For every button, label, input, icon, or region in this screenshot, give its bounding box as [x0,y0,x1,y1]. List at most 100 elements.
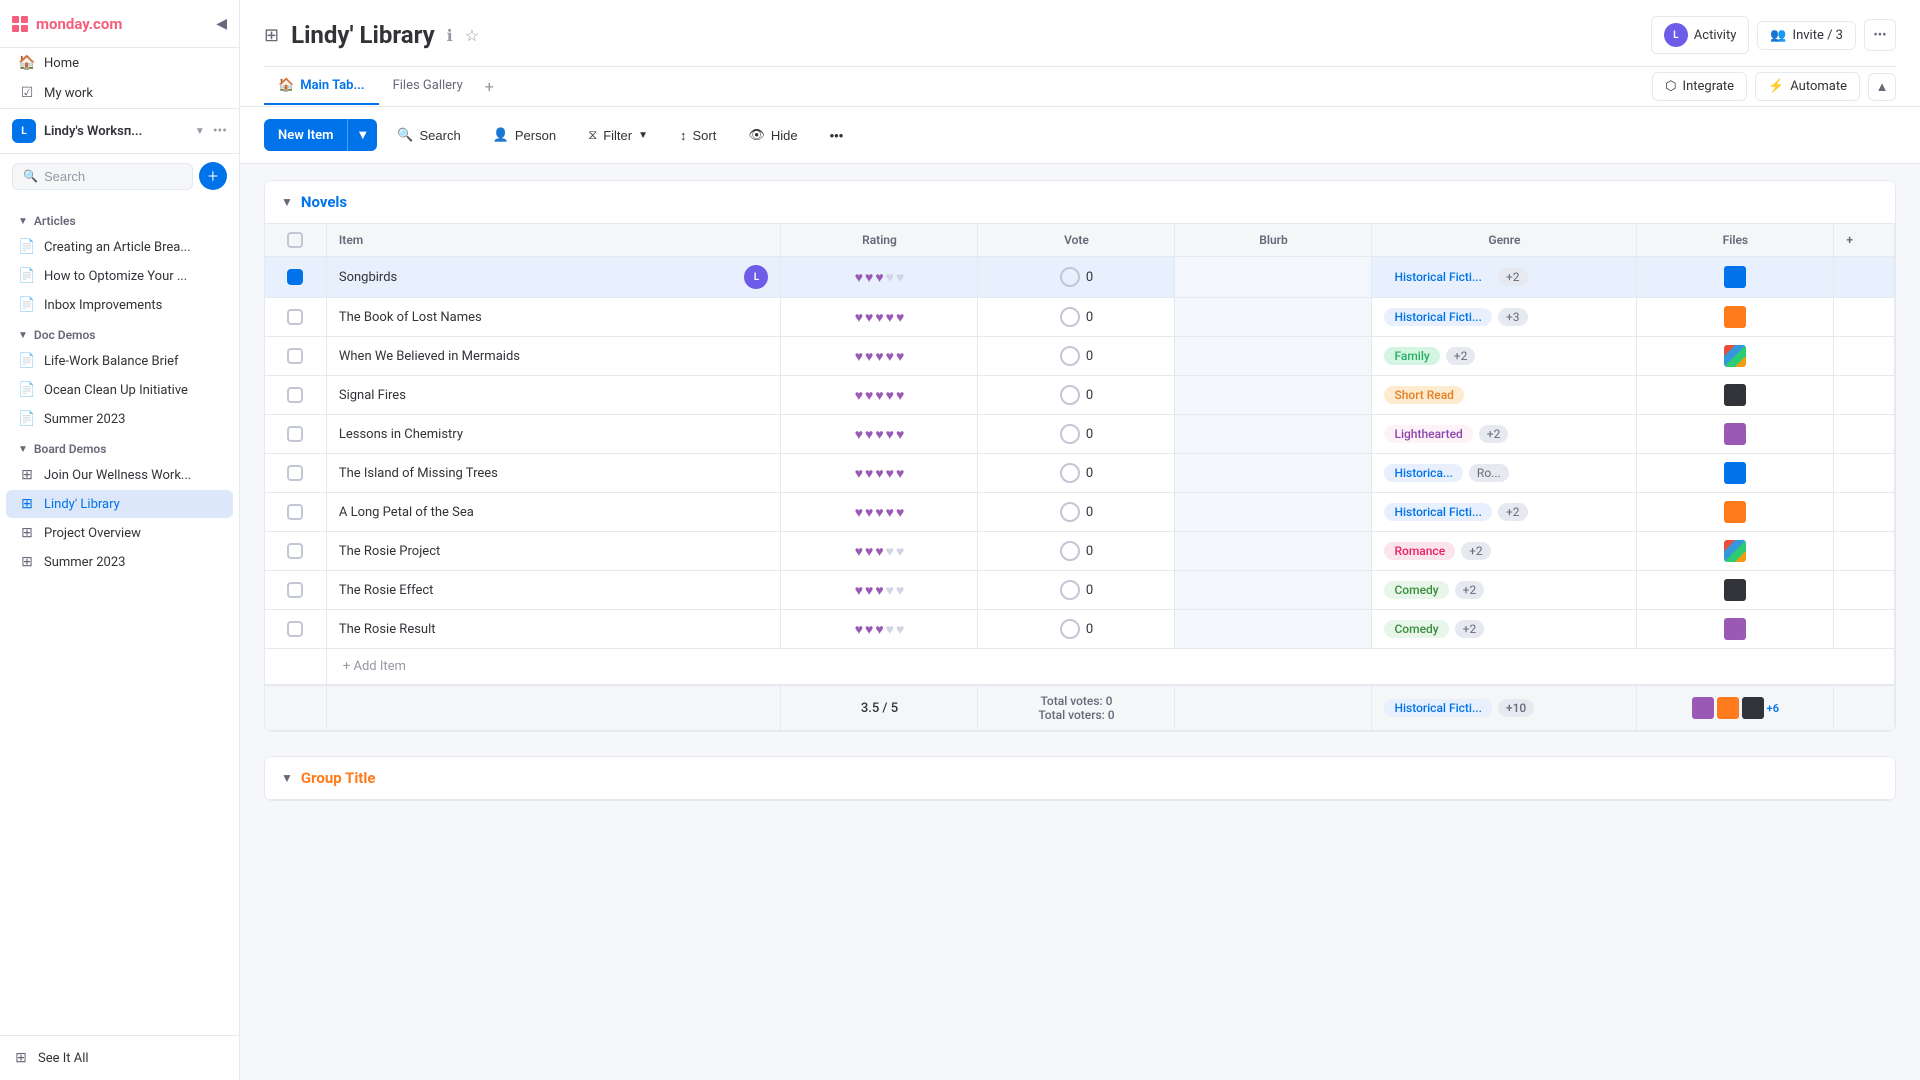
vote-cell[interactable]: 0 [978,376,1175,415]
col-checkbox[interactable] [265,224,326,257]
group-title-novels[interactable]: Novels [301,193,347,211]
sidebar-collapse-btn[interactable]: ◀ [216,16,227,32]
rating-cell[interactable]: ♥♥♥♥♥ [781,571,978,610]
group-collapse-icon[interactable]: ▼ [281,195,293,209]
genre-cell[interactable]: Lighthearted+2 [1372,415,1637,454]
item-name-cell[interactable]: SongbirdsL [326,257,781,298]
sort-btn[interactable]: ↕ Sort [668,121,728,150]
genre-cell[interactable]: Historical Ficti...+2 [1372,493,1637,532]
file-thumbnail[interactable] [1724,423,1746,445]
add-item-label[interactable]: + Add Item [326,649,1894,686]
person-btn[interactable]: 👤 Person [481,120,568,150]
vote-cell[interactable]: 0 [978,493,1175,532]
files-cell[interactable] [1637,415,1834,454]
sidebar-item-home[interactable]: 🏠 Home [6,49,233,77]
vote-cell[interactable]: 0 [978,337,1175,376]
new-item-btn[interactable]: New Item ▼ [264,119,377,151]
board-more-btn[interactable]: ••• [1864,19,1896,51]
files-cell[interactable] [1637,257,1834,298]
row-checkbox-cell[interactable] [265,454,326,493]
app-logo[interactable]: monday.com [12,15,122,33]
sidebar-item-summer2023-board[interactable]: ⊞ Summer 2023 [6,548,233,576]
blurb-cell[interactable] [1175,493,1372,532]
section-board-demos[interactable]: ▼ Board Demos [6,434,233,460]
vote-cell[interactable]: 0 [978,571,1175,610]
sidebar-item-summer2023-doc[interactable]: 📄 Summer 2023 [6,405,233,433]
genre-cell[interactable]: Short Read [1372,376,1637,415]
file-thumbnail[interactable] [1724,501,1746,523]
row-checkbox-cell[interactable] [265,610,326,649]
rating-cell[interactable]: ♥♥♥♥♥ [781,257,978,298]
sidebar-item-life-work[interactable]: 📄 Life-Work Balance Brief [6,347,233,375]
genre-cell[interactable]: Comedy+2 [1372,610,1637,649]
search-btn[interactable]: 🔍 Search [385,120,472,150]
file-thumbnail[interactable] [1724,266,1746,288]
row-checkbox-cell[interactable] [265,298,326,337]
rating-cell[interactable]: ♥♥♥♥♥ [781,454,978,493]
blurb-cell[interactable] [1175,257,1372,298]
avatar[interactable]: L [744,265,768,289]
workspace-header[interactable]: L Lindy's Worksп... ▼ ••• [0,108,239,154]
item-name-cell[interactable]: A Long Petal of the Sea+ [326,493,781,532]
files-cell[interactable] [1637,454,1834,493]
star-icon[interactable]: ☆ [465,26,479,45]
vote-circle[interactable] [1060,346,1080,366]
sidebar-item-project-overview[interactable]: ⊞ Project Overview [6,519,233,547]
files-cell[interactable] [1637,376,1834,415]
sidebar-search-input[interactable] [44,169,182,184]
file-thumbnail[interactable] [1724,540,1746,562]
vote-circle[interactable] [1060,619,1080,639]
files-cell[interactable] [1637,337,1834,376]
tab-add-btn[interactable]: + [477,67,502,106]
blurb-cell[interactable] [1175,415,1372,454]
tab-main-table[interactable]: 🏠 Main Tab... [264,68,379,105]
sidebar-search[interactable]: 🔍 [12,163,193,190]
sidebar-item-creating-article[interactable]: 📄 Creating an Article Brea... [6,233,233,261]
automate-btn[interactable]: ⚡ Automate [1755,72,1860,101]
row-checkbox-cell[interactable] [265,257,326,298]
file-thumbnail[interactable] [1724,579,1746,601]
vote-cell[interactable]: 0 [978,298,1175,337]
more-toolbar-btn[interactable]: ••• [818,121,856,150]
file-thumbnail[interactable] [1724,462,1746,484]
new-item-chevron-icon[interactable]: ▼ [347,119,377,151]
genre-cell[interactable]: Romance+2 [1372,532,1637,571]
vote-circle[interactable] [1060,502,1080,522]
workspace-more-icon[interactable]: ••• [213,123,227,139]
vote-cell[interactable]: 0 [978,415,1175,454]
vote-circle[interactable] [1060,385,1080,405]
section-doc-demos[interactable]: ▼ Doc Demos [6,320,233,346]
item-name-cell[interactable]: Lessons in Chemistry+ [326,415,781,454]
file-thumbnail[interactable] [1724,618,1746,640]
blurb-cell[interactable] [1175,337,1372,376]
vote-circle[interactable] [1060,267,1080,287]
sidebar-item-ocean-cleanup[interactable]: 📄 Ocean Clean Up Initiative [6,376,233,404]
section-articles[interactable]: ▼ Articles [6,206,233,232]
vote-circle[interactable] [1060,580,1080,600]
item-name-cell[interactable]: When We Believed in Mermaids+ [326,337,781,376]
item-name-cell[interactable]: The Rosie Effect+ [326,571,781,610]
row-checkbox-cell[interactable] [265,415,326,454]
filter-btn[interactable]: ⧖ Filter ▼ [576,120,660,150]
sidebar-add-btn[interactable]: + [199,162,227,190]
header-collapse-btn[interactable]: ▲ [1868,73,1896,101]
rating-cell[interactable]: ♥♥♥♥♥ [781,415,978,454]
genre-cell[interactable]: Comedy+2 [1372,571,1637,610]
invite-btn[interactable]: 👥 Invite / 3 [1757,21,1856,50]
vote-cell[interactable]: 0 [978,532,1175,571]
info-icon[interactable]: ℹ [447,26,453,45]
vote-cell[interactable]: 0 [978,610,1175,649]
hide-btn[interactable]: 👁 Hide [736,120,809,150]
file-thumbnail[interactable] [1724,384,1746,406]
row-checkbox-cell[interactable] [265,376,326,415]
sidebar-item-see-it-all[interactable]: ⊞ See It All [12,1044,227,1072]
rating-cell[interactable]: ♥♥♥♥♥ [781,337,978,376]
rating-cell[interactable]: ♥♥♥♥♥ [781,493,978,532]
blurb-cell[interactable] [1175,610,1372,649]
files-cell[interactable] [1637,298,1834,337]
genre-cell[interactable]: Historical Ficti...+2 [1372,257,1637,298]
vote-circle[interactable] [1060,307,1080,327]
row-checkbox-cell[interactable] [265,571,326,610]
item-name-cell[interactable]: The Island of Missing Trees+ [326,454,781,493]
files-cell[interactable] [1637,571,1834,610]
